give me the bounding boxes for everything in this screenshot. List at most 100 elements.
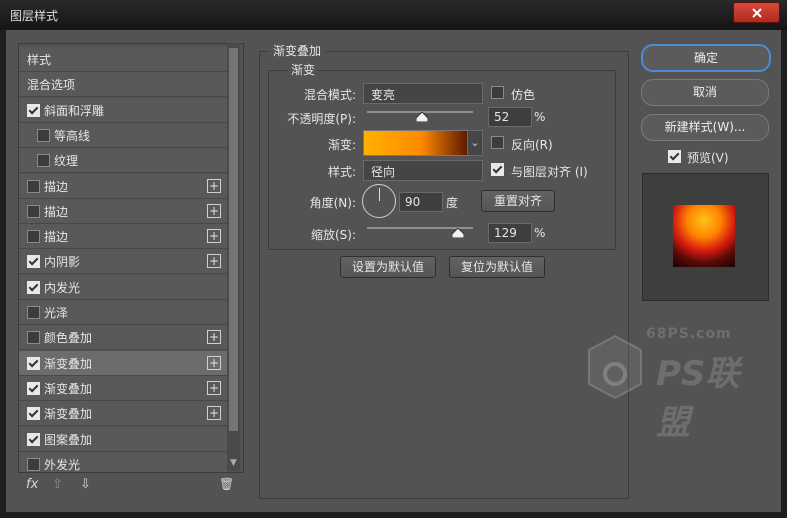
angle-dial[interactable] xyxy=(362,184,396,218)
style-list-item[interactable]: 内发光 xyxy=(19,274,227,300)
style-list-item[interactable]: 纹理 xyxy=(19,148,227,174)
style-checkbox[interactable] xyxy=(27,432,40,446)
move-up-icon[interactable]: ⇧ xyxy=(52,477,63,492)
scale-value: 129 xyxy=(494,226,517,240)
add-effect-plus-icon[interactable]: + xyxy=(207,355,221,370)
opacity-input[interactable]: 52 xyxy=(488,107,532,127)
style-list-label: 纹理 xyxy=(54,154,79,169)
style-checkbox[interactable] xyxy=(27,230,40,244)
title-bar: 图层样式 xyxy=(0,0,787,30)
add-effect-plus-icon[interactable]: + xyxy=(207,229,221,244)
style-checkbox[interactable] xyxy=(27,103,40,117)
style-list-toolbar: fx ⇧ ⇩ 🗑 xyxy=(18,474,242,498)
style-checkbox[interactable] xyxy=(27,280,40,294)
style-list-label: 内发光 xyxy=(44,280,81,295)
style-list: 样式 混合选项 斜面和浮雕 等高线 纹理 描边 + 描边 + 描边 + 内阴影 + 内发光 光泽 颜色叠加 + 渐… xyxy=(18,43,244,473)
opacity-label: 不透明度(P): xyxy=(287,112,356,126)
add-effect-plus-icon[interactable]: + xyxy=(207,254,221,269)
set-default-button[interactable]: 设置为默认值 xyxy=(340,256,436,278)
style-list-label: 混合选项 xyxy=(27,78,76,93)
style-list-scrollbar[interactable]: ▼ xyxy=(227,43,240,471)
style-list-label: 光泽 xyxy=(44,306,69,320)
add-effect-plus-icon[interactable]: + xyxy=(207,406,221,421)
style-list-item[interactable]: 外发光 xyxy=(19,451,227,472)
angle-value: 90 xyxy=(405,195,421,209)
ok-button[interactable]: 确定 xyxy=(641,44,771,72)
reverse-checkbox[interactable] xyxy=(491,136,504,149)
style-list-item[interactable]: 等高线 xyxy=(19,122,227,148)
scale-label: 缩放(S): xyxy=(310,228,356,242)
style-checkbox[interactable] xyxy=(27,179,40,193)
style-checkbox[interactable] xyxy=(27,306,40,319)
style-preview-thumbnail xyxy=(673,205,735,267)
new-style-button[interactable]: 新建样式(W)... xyxy=(641,114,769,141)
style-list-item[interactable]: 图案叠加 xyxy=(19,426,227,452)
style-checkbox[interactable] xyxy=(27,356,40,370)
reverse-label: 反向(R) xyxy=(511,138,553,152)
window-frame-bottom xyxy=(0,512,787,518)
cancel-button[interactable]: 取消 xyxy=(641,79,769,106)
trash-icon[interactable]: 🗑 xyxy=(219,477,234,491)
reset-default-button[interactable]: 复位为默认值 xyxy=(449,256,545,278)
fx-button[interactable]: fx xyxy=(26,477,38,492)
close-icon xyxy=(751,7,762,18)
style-checkbox[interactable] xyxy=(27,407,40,421)
style-list-item[interactable]: 混合选项 xyxy=(19,72,227,98)
gradient-style-select[interactable]: 径向 ⌄ xyxy=(363,160,483,181)
style-checkbox[interactable] xyxy=(27,204,40,218)
style-checkbox[interactable] xyxy=(27,255,40,269)
style-list-label: 渐变叠加 xyxy=(44,407,93,422)
style-list-item[interactable]: 光泽 xyxy=(19,300,227,325)
gradient-dropdown[interactable]: ⌄ xyxy=(467,130,483,156)
add-effect-plus-icon[interactable]: + xyxy=(207,203,221,218)
add-effect-plus-icon[interactable]: + xyxy=(207,178,221,193)
style-list-item[interactable]: 颜色叠加 + xyxy=(19,325,227,351)
style-list-item[interactable]: 渐变叠加 + xyxy=(19,401,227,427)
add-effect-plus-icon[interactable]: + xyxy=(207,380,221,395)
scroll-down-icon[interactable]: ▼ xyxy=(230,458,237,468)
style-list-label: 样式 xyxy=(27,53,52,67)
style-label: 样式: xyxy=(327,165,356,179)
style-list-item[interactable]: 描边 + xyxy=(19,198,227,224)
style-list-label: 渐变叠加 xyxy=(44,356,93,371)
style-list-item[interactable]: 描边 + xyxy=(19,224,227,250)
scale-input[interactable]: 129 xyxy=(488,223,532,243)
angle-label: 角度(N): xyxy=(309,196,356,210)
align-with-layer-checkbox[interactable] xyxy=(491,163,504,176)
style-checkbox[interactable] xyxy=(37,128,50,142)
watermark-logo-icon xyxy=(588,334,642,400)
style-list-label: 等高线 xyxy=(54,128,91,143)
style-checkbox[interactable] xyxy=(27,381,40,395)
group-title: 渐变 xyxy=(288,61,319,78)
style-list-item[interactable]: 渐变叠加 + xyxy=(19,350,227,376)
style-list-item[interactable]: 斜面和浮雕 xyxy=(19,97,227,123)
style-list-label: 图案叠加 xyxy=(44,432,93,447)
opacity-value: 52 xyxy=(494,110,510,124)
move-down-icon[interactable]: ⇩ xyxy=(80,477,91,492)
blend-mode-select[interactable]: 变亮 ⌄ xyxy=(363,83,483,104)
scale-slider-thumb[interactable] xyxy=(452,228,465,238)
style-list-item[interactable]: 描边 + xyxy=(19,173,227,199)
add-effect-plus-icon[interactable]: + xyxy=(207,330,221,345)
style-checkbox[interactable] xyxy=(27,457,40,471)
angle-input[interactable]: 90 xyxy=(399,192,443,212)
chevron-down-icon: ⌄ xyxy=(371,85,381,98)
dither-checkbox[interactable] xyxy=(491,86,504,99)
watermark-site: 68PS.com xyxy=(646,326,732,342)
opacity-unit: % xyxy=(534,110,546,124)
style-list-label: 渐变叠加 xyxy=(44,381,93,396)
style-list-item[interactable]: 渐变叠加 + xyxy=(19,375,227,401)
close-button[interactable] xyxy=(733,2,780,23)
chevron-down-icon: ⌄ xyxy=(470,136,480,149)
reset-alignment-button[interactable]: 重置对齐 xyxy=(481,190,555,212)
style-list-label: 描边 xyxy=(44,204,69,219)
style-checkbox[interactable] xyxy=(27,331,40,345)
gradient-swatch[interactable] xyxy=(363,130,469,156)
opacity-slider-thumb[interactable] xyxy=(416,112,429,122)
style-list-item[interactable]: 内阴影 + xyxy=(19,249,227,275)
preview-checkbox[interactable] xyxy=(668,150,681,163)
scrollbar-thumb[interactable] xyxy=(229,48,238,431)
angle-unit: 度 xyxy=(446,196,459,210)
style-list-item[interactable]: 样式 xyxy=(19,47,227,72)
style-checkbox[interactable] xyxy=(37,154,50,168)
